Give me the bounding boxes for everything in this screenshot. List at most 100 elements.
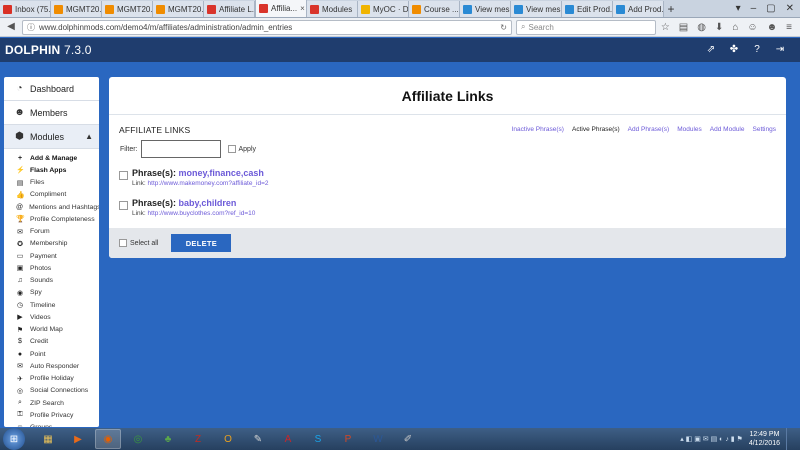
sidebar-module-item[interactable]: ▭ Payment — [4, 250, 99, 262]
browser-tab[interactable]: Edit Prod... — [562, 1, 613, 17]
apply-checkbox[interactable] — [227, 145, 236, 153]
sidebar-module-item[interactable]: ● Point — [4, 348, 99, 360]
taskbar-app[interactable]: P — [335, 429, 361, 449]
download-icon[interactable]: ⬇ — [715, 22, 723, 33]
sidebar-module-item[interactable]: 🏆 Profile Completeness — [4, 213, 99, 225]
sidebar-module-item[interactable]: ◷ Timeline — [4, 299, 99, 311]
clock[interactable]: 12:49 PM 4/12/2016 — [749, 430, 780, 448]
delete-button[interactable]: DELETE — [171, 234, 232, 252]
box-menu-link[interactable]: Modules — [677, 126, 702, 133]
browser-tab[interactable]: MGMT20... — [153, 1, 204, 17]
taskbar-app[interactable]: ✎ — [245, 429, 271, 449]
filter-input[interactable] — [140, 140, 221, 158]
sign-out-icon[interactable]: ⇥ — [774, 44, 786, 56]
tools-icon: ✐ — [403, 433, 413, 445]
browser-tab[interactable]: Course ... — [409, 1, 460, 17]
list-all-tabs-icon[interactable]: ▾ — [736, 3, 741, 14]
box-menu-link[interactable]: Add Module — [710, 126, 745, 133]
sidebar-module-item[interactable]: ▣ Photos — [4, 262, 99, 274]
external-link-icon[interactable]: ⇗ — [705, 44, 717, 56]
puzzle-icon[interactable]: ✤ — [728, 44, 740, 56]
phrase-value[interactable]: baby,children — [179, 198, 237, 208]
taskbar-app[interactable]: ✐ — [395, 429, 421, 449]
box-menu-link[interactable]: Inactive Phrase(s) — [512, 126, 564, 133]
sidebar-module-item[interactable]: + Add & Manage — [4, 152, 99, 164]
reload-icon[interactable]: ↻ — [500, 23, 507, 32]
browser-tab[interactable]: Modules — [307, 1, 358, 17]
chat-icon — [514, 4, 523, 14]
sidebar-module-item[interactable]: ♫ Sounds — [4, 275, 99, 287]
sidebar-module-item[interactable]: ◎ Social Connections — [4, 385, 99, 397]
chat-icon[interactable]: ☺ — [747, 22, 757, 33]
sidebar-module-item[interactable]: ⚿ Profile Privacy — [4, 409, 99, 421]
sidebar-module-item[interactable]: ✉ Forum — [4, 226, 99, 238]
sidebar-module-item[interactable]: ⌕ ZIP Search — [4, 397, 99, 409]
sidebar-item-dashboard[interactable]: ◔ Dashboard — [4, 77, 99, 101]
select-all-checkbox[interactable] — [119, 239, 127, 247]
back-arrow-icon[interactable]: ◀ — [4, 20, 18, 34]
reading-list-icon[interactable]: ▤ — [679, 22, 688, 33]
browser-tab[interactable]: Add Prod... — [613, 1, 664, 17]
sidebar-module-item[interactable]: ▤ Files — [4, 177, 99, 189]
sidebar-module-item[interactable]: $ Credit — [4, 336, 99, 348]
box-menu-link[interactable]: Add Phrase(s) — [628, 126, 670, 133]
browser-tab[interactable]: Affiliate L... — [204, 1, 255, 17]
bookmark-star-icon[interactable]: ☆ — [661, 22, 670, 33]
sidebar-item-modules[interactable]: ⬢ Modules ▲ — [4, 125, 99, 149]
moodle-icon — [156, 4, 165, 14]
taskbar-app[interactable]: ◉ — [95, 429, 121, 449]
browser-tab[interactable]: Inbox (75... — [0, 1, 51, 17]
tray-icons[interactable]: ▴ ◧ ▣ ✉ ▤ ◐ ♪ ▮ ⚑ — [680, 435, 743, 443]
sidebar-module-item[interactable]: ✉ Auto Responder — [4, 360, 99, 372]
taskbar-app[interactable]: ♣ — [155, 429, 181, 449]
sidebar-module-item[interactable]: ☺ Groups — [4, 422, 99, 427]
close-window-icon[interactable]: ✕ — [786, 3, 794, 14]
browser-tab[interactable]: View mes... — [460, 1, 511, 17]
maximize-icon[interactable]: ▢ — [766, 3, 775, 14]
sidebar-module-item[interactable]: 👍 Compliment — [4, 189, 99, 201]
taskbar-app[interactable]: ◎ — [125, 429, 151, 449]
sidebar-module-item[interactable]: ◉ Spy — [4, 287, 99, 299]
search-input[interactable]: ⌕ Search — [516, 19, 656, 35]
menu-icon[interactable]: ≡ — [786, 22, 792, 33]
affiliate-link[interactable]: http://www.makemoney.com?affiliate_id=2 — [148, 180, 269, 187]
taskbar-app[interactable]: W — [365, 429, 391, 449]
sidebar-module-item[interactable]: ▶ Videos — [4, 311, 99, 323]
browser-tab[interactable]: Affilia... × — [255, 0, 307, 17]
taskbar-app[interactable]: O — [215, 429, 241, 449]
affiliate-link[interactable]: http://www.buyclothes.com?ref_id=10 — [148, 210, 256, 217]
help-icon[interactable]: ? — [751, 44, 763, 56]
home-icon[interactable]: ⌂ — [732, 22, 738, 33]
sidebar-module-item[interactable]: ✈ Profile Holiday — [4, 373, 99, 385]
browser-tab[interactable]: View mes... — [511, 1, 562, 17]
browser-tab[interactable]: MGMT20... — [102, 1, 153, 17]
browser-tab[interactable]: MGMT20... — [51, 1, 102, 17]
app-brand[interactable]: DOLPHIN 7.3.0 — [5, 43, 92, 57]
phrase-value[interactable]: money,finance,cash — [179, 168, 264, 178]
taskbar-app[interactable]: A — [275, 429, 301, 449]
taskbar-app[interactable]: ▶ — [65, 429, 91, 449]
sidebar-item-label: Compliment — [30, 191, 67, 199]
sidebar-module-item[interactable]: ✪ Membership — [4, 238, 99, 250]
address-bar[interactable]: ⓘ www.dolphinmods.com/demo4/m/affiliates… — [22, 19, 512, 35]
taskbar-app[interactable]: S — [305, 429, 331, 449]
new-tab-icon[interactable]: + — [664, 1, 678, 17]
start-button[interactable]: ⊞ — [3, 428, 25, 450]
box-menu-link[interactable]: Active Phrase(s) — [572, 126, 620, 133]
sidebar-module-item[interactable]: ⚑ World Map — [4, 324, 99, 336]
pocket-icon[interactable]: ◍ — [697, 22, 706, 33]
sidebar-module-item[interactable]: ⚡ Flash Apps — [4, 164, 99, 176]
taskbar-app[interactable]: ▦ — [35, 429, 61, 449]
minimize-icon[interactable]: – — [751, 3, 757, 14]
smiley-icon[interactable]: ☻ — [767, 22, 778, 33]
taskbar-app[interactable]: Z — [185, 429, 211, 449]
browser-tab[interactable]: MyOC · D... — [358, 1, 409, 17]
sidebar-item-members[interactable]: ☻ Members — [4, 101, 99, 125]
entry-checkbox[interactable] — [119, 171, 128, 180]
entry-checkbox[interactable] — [119, 201, 128, 210]
phrase-label: Phrase(s): — [132, 198, 177, 208]
show-desktop-button[interactable] — [786, 428, 794, 450]
sidebar-module-item[interactable]: @ Mentions and Hashtags — [4, 201, 99, 213]
close-icon[interactable]: × — [300, 4, 305, 13]
box-menu-link[interactable]: Settings — [753, 126, 777, 133]
